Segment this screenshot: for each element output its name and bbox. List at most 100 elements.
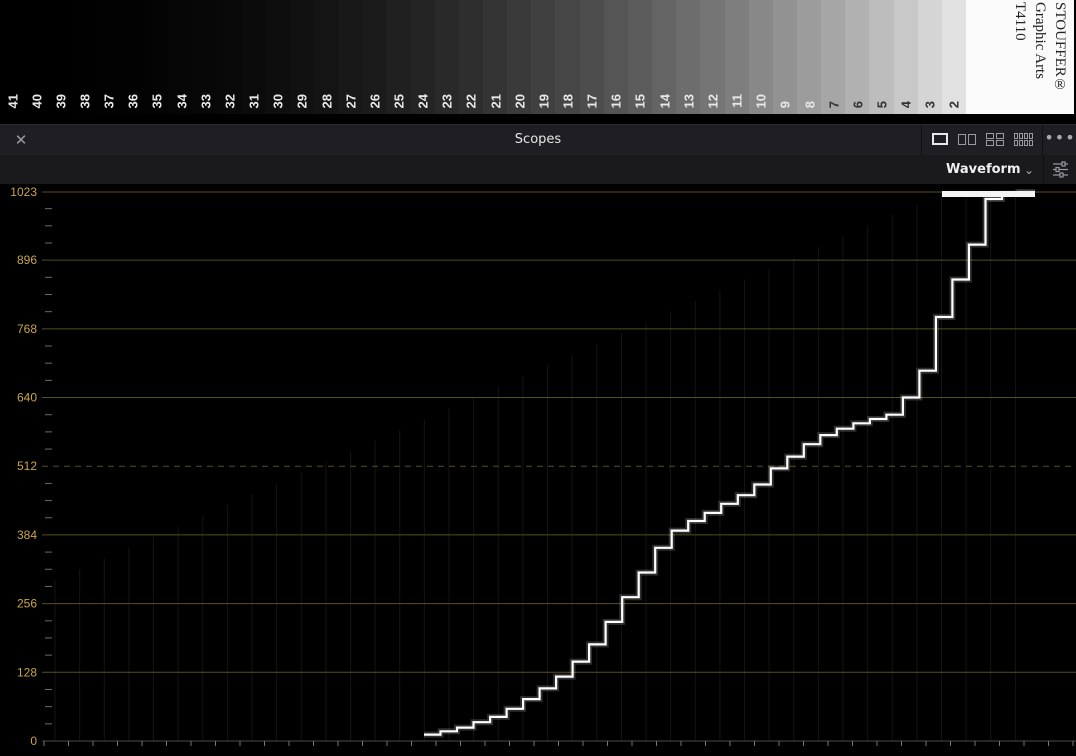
wedge-subtitle: Graphic Arts (1032, 2, 1048, 80)
wedge-step-number: 27 (343, 93, 359, 108)
wedge-patch: 21 (483, 0, 509, 114)
wedge-patch: 4 (893, 0, 919, 114)
scope-mode-label: Waveform (946, 162, 1021, 177)
wedge-patch: 8 (796, 0, 823, 114)
wedge-patch: 26 (362, 0, 388, 114)
waveform-graph: 0 128 256 384 512 640 768 896 1023 (10, 185, 1076, 748)
y-tick-label: 640 (17, 391, 37, 405)
wedge-step-number: 24 (415, 93, 431, 108)
wedge-step-number: 12 (705, 93, 721, 108)
y-tick-label: 128 (17, 665, 37, 679)
y-tick-label: 384 (17, 528, 37, 542)
wedge-step-number: 35 (149, 93, 165, 108)
wedge-step-number: 31 (246, 93, 262, 108)
wedge-step-number: 13 (681, 93, 697, 108)
wedge-patch: 29 (289, 0, 315, 114)
wedge-step-number: 30 (270, 93, 286, 108)
wedge-patch: 38 (72, 0, 98, 114)
dual-view-icon[interactable] (956, 131, 980, 149)
wedge-step-number: 34 (174, 93, 190, 108)
wedge-step-number: 33 (198, 93, 214, 108)
wedge-patch: 30 (265, 0, 291, 114)
step-wedge-strip: 41 40 39 38 37 36 35 34 33 32 31 30 29 28 27 26 25 24 23 22… (0, 0, 1076, 114)
wedge-step-number: 10 (753, 93, 769, 108)
quad-view-icon[interactable] (984, 131, 1008, 149)
wedge-step-number: 36 (125, 93, 141, 108)
wedge-patch: 13 (676, 0, 702, 114)
wedge-patch: 10 (748, 0, 774, 114)
wedge-label-card: STOUFFER® Graphic Arts T4110 (966, 0, 1074, 114)
wedge-step-number: 32 (222, 93, 238, 108)
wedge-step-number: 16 (608, 93, 624, 108)
wedge-patch: 5 (869, 0, 895, 114)
wedge-patch: 35 (144, 0, 171, 114)
wedge-step-number: 39 (53, 93, 69, 108)
wedge-step-number: 7 (826, 100, 842, 108)
chevron-down-icon: ⌄ (1023, 163, 1034, 177)
wedge-step-number: 29 (294, 93, 310, 108)
wedge-patch: 32 (217, 0, 243, 114)
wedge-brand: STOUFFER® (1052, 2, 1068, 93)
more-options-icon[interactable]: ••• (1042, 125, 1076, 155)
wedge-step-number: 2 (946, 100, 962, 108)
y-tick-label: 896 (17, 253, 37, 267)
wedge-patch: 36 (120, 0, 146, 114)
wedge-step-number: 40 (29, 93, 45, 108)
wedge-step-number: 25 (391, 93, 407, 108)
wedge-step-number: 41 (5, 93, 21, 108)
wedge-patch: 11 (724, 0, 750, 114)
wedge-step-number: 21 (488, 93, 504, 108)
wedge-step-number: 20 (512, 93, 528, 108)
wedge-patch: 12 (700, 0, 726, 114)
wedge-patch: 22 (458, 0, 484, 114)
wedge-patch: 23 (434, 0, 460, 114)
wedge-patch: 16 (603, 0, 629, 114)
waveform-trace-glow (424, 189, 1035, 738)
wedge-step-number: 4 (898, 100, 914, 108)
wedge-step-number: 9 (777, 100, 793, 108)
wedge-step-number: 3 (922, 100, 938, 108)
wedge-patch: 25 (386, 0, 412, 114)
scope-toolbar: Waveform ⌄ (0, 155, 1076, 184)
wedge-patch: 40 (24, 0, 50, 114)
y-tick-label: 768 (17, 322, 37, 336)
wedge-patch: 31 (241, 0, 267, 114)
sliders-icon[interactable] (1043, 155, 1076, 184)
wedge-step-number: 6 (850, 100, 866, 108)
wedge-step-number: 14 (657, 93, 673, 108)
wedge-step-number: 5 (874, 100, 890, 108)
four-column-view-icon[interactable] (1012, 131, 1036, 149)
wedge-step-number: 23 (439, 93, 455, 108)
y-tick-label: 0 (30, 734, 37, 748)
wedge-step-number: 26 (367, 93, 383, 108)
wedge-step-number: 8 (802, 100, 817, 108)
wedge-step-number: 18 (560, 93, 576, 108)
wedge-model: T4110 (1012, 2, 1028, 41)
scopes-panel-header: ✕ Scopes ••• (0, 124, 1076, 156)
waveform-trace (424, 190, 1035, 736)
wedge-step-number: 19 (536, 93, 552, 108)
y-tick-label: 256 (17, 597, 37, 611)
wedge-patch: 19 (531, 0, 557, 114)
wedge-patch: 37 (96, 0, 122, 114)
wedge-label-text: STOUFFER® Graphic Arts T4110 (974, 2, 1070, 110)
wedge-patch: 28 (313, 0, 340, 114)
wedge-patch: 34 (169, 0, 195, 114)
wedge-patch: 7 (821, 0, 847, 114)
wedge-patch: 20 (507, 0, 533, 114)
wedge-patch: 9 (772, 0, 798, 114)
wedge-step-number: 22 (463, 93, 479, 108)
wedge-step-number: 11 (729, 94, 745, 108)
wedge-patch: 15 (627, 0, 654, 114)
scope-mode-dropdown[interactable]: Waveform ⌄ (946, 158, 1038, 182)
single-view-icon[interactable] (928, 131, 952, 149)
wedge-step-number: 17 (584, 93, 600, 108)
wedge-patch: 3 (917, 0, 943, 114)
wedge-patch: 17 (579, 0, 605, 114)
layout-button-group (921, 125, 1042, 155)
panel-title: Scopes (514, 132, 562, 147)
wedge-patch: 39 (48, 0, 74, 114)
wedge-patch: 14 (652, 0, 678, 114)
clip-level-block (942, 191, 1035, 197)
wedge-step-number: 15 (632, 93, 648, 108)
